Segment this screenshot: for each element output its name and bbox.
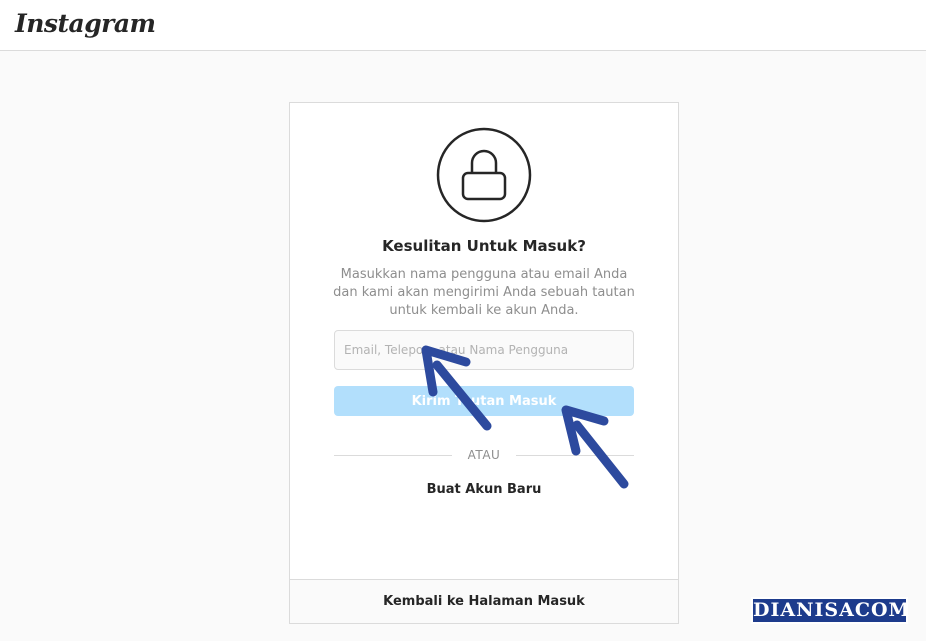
card-description: Masukkan nama pengguna atau email Anda d… [333, 267, 635, 318]
instagram-logo[interactable]: Instagram [15, 9, 156, 38]
create-new-account-link[interactable]: Buat Akun Baru [290, 482, 678, 497]
divider-line-right [516, 455, 634, 456]
back-to-login-link[interactable]: Kembali ke Halaman Masuk [290, 579, 678, 623]
top-navigation-bar: Instagram [0, 0, 926, 51]
trouble-logging-in-card: Kesulitan Untuk Masuk? Masukkan nama pen… [289, 102, 679, 624]
watermark-logo: DIANISACOM [751, 597, 910, 624]
lock-icon [436, 127, 532, 223]
or-divider: ATAU [334, 448, 634, 464]
card-title: Kesulitan Untuk Masuk? [382, 237, 586, 255]
username-email-phone-input[interactable] [334, 330, 634, 370]
send-login-link-button[interactable]: Kirim Tautan Masuk [334, 386, 634, 416]
